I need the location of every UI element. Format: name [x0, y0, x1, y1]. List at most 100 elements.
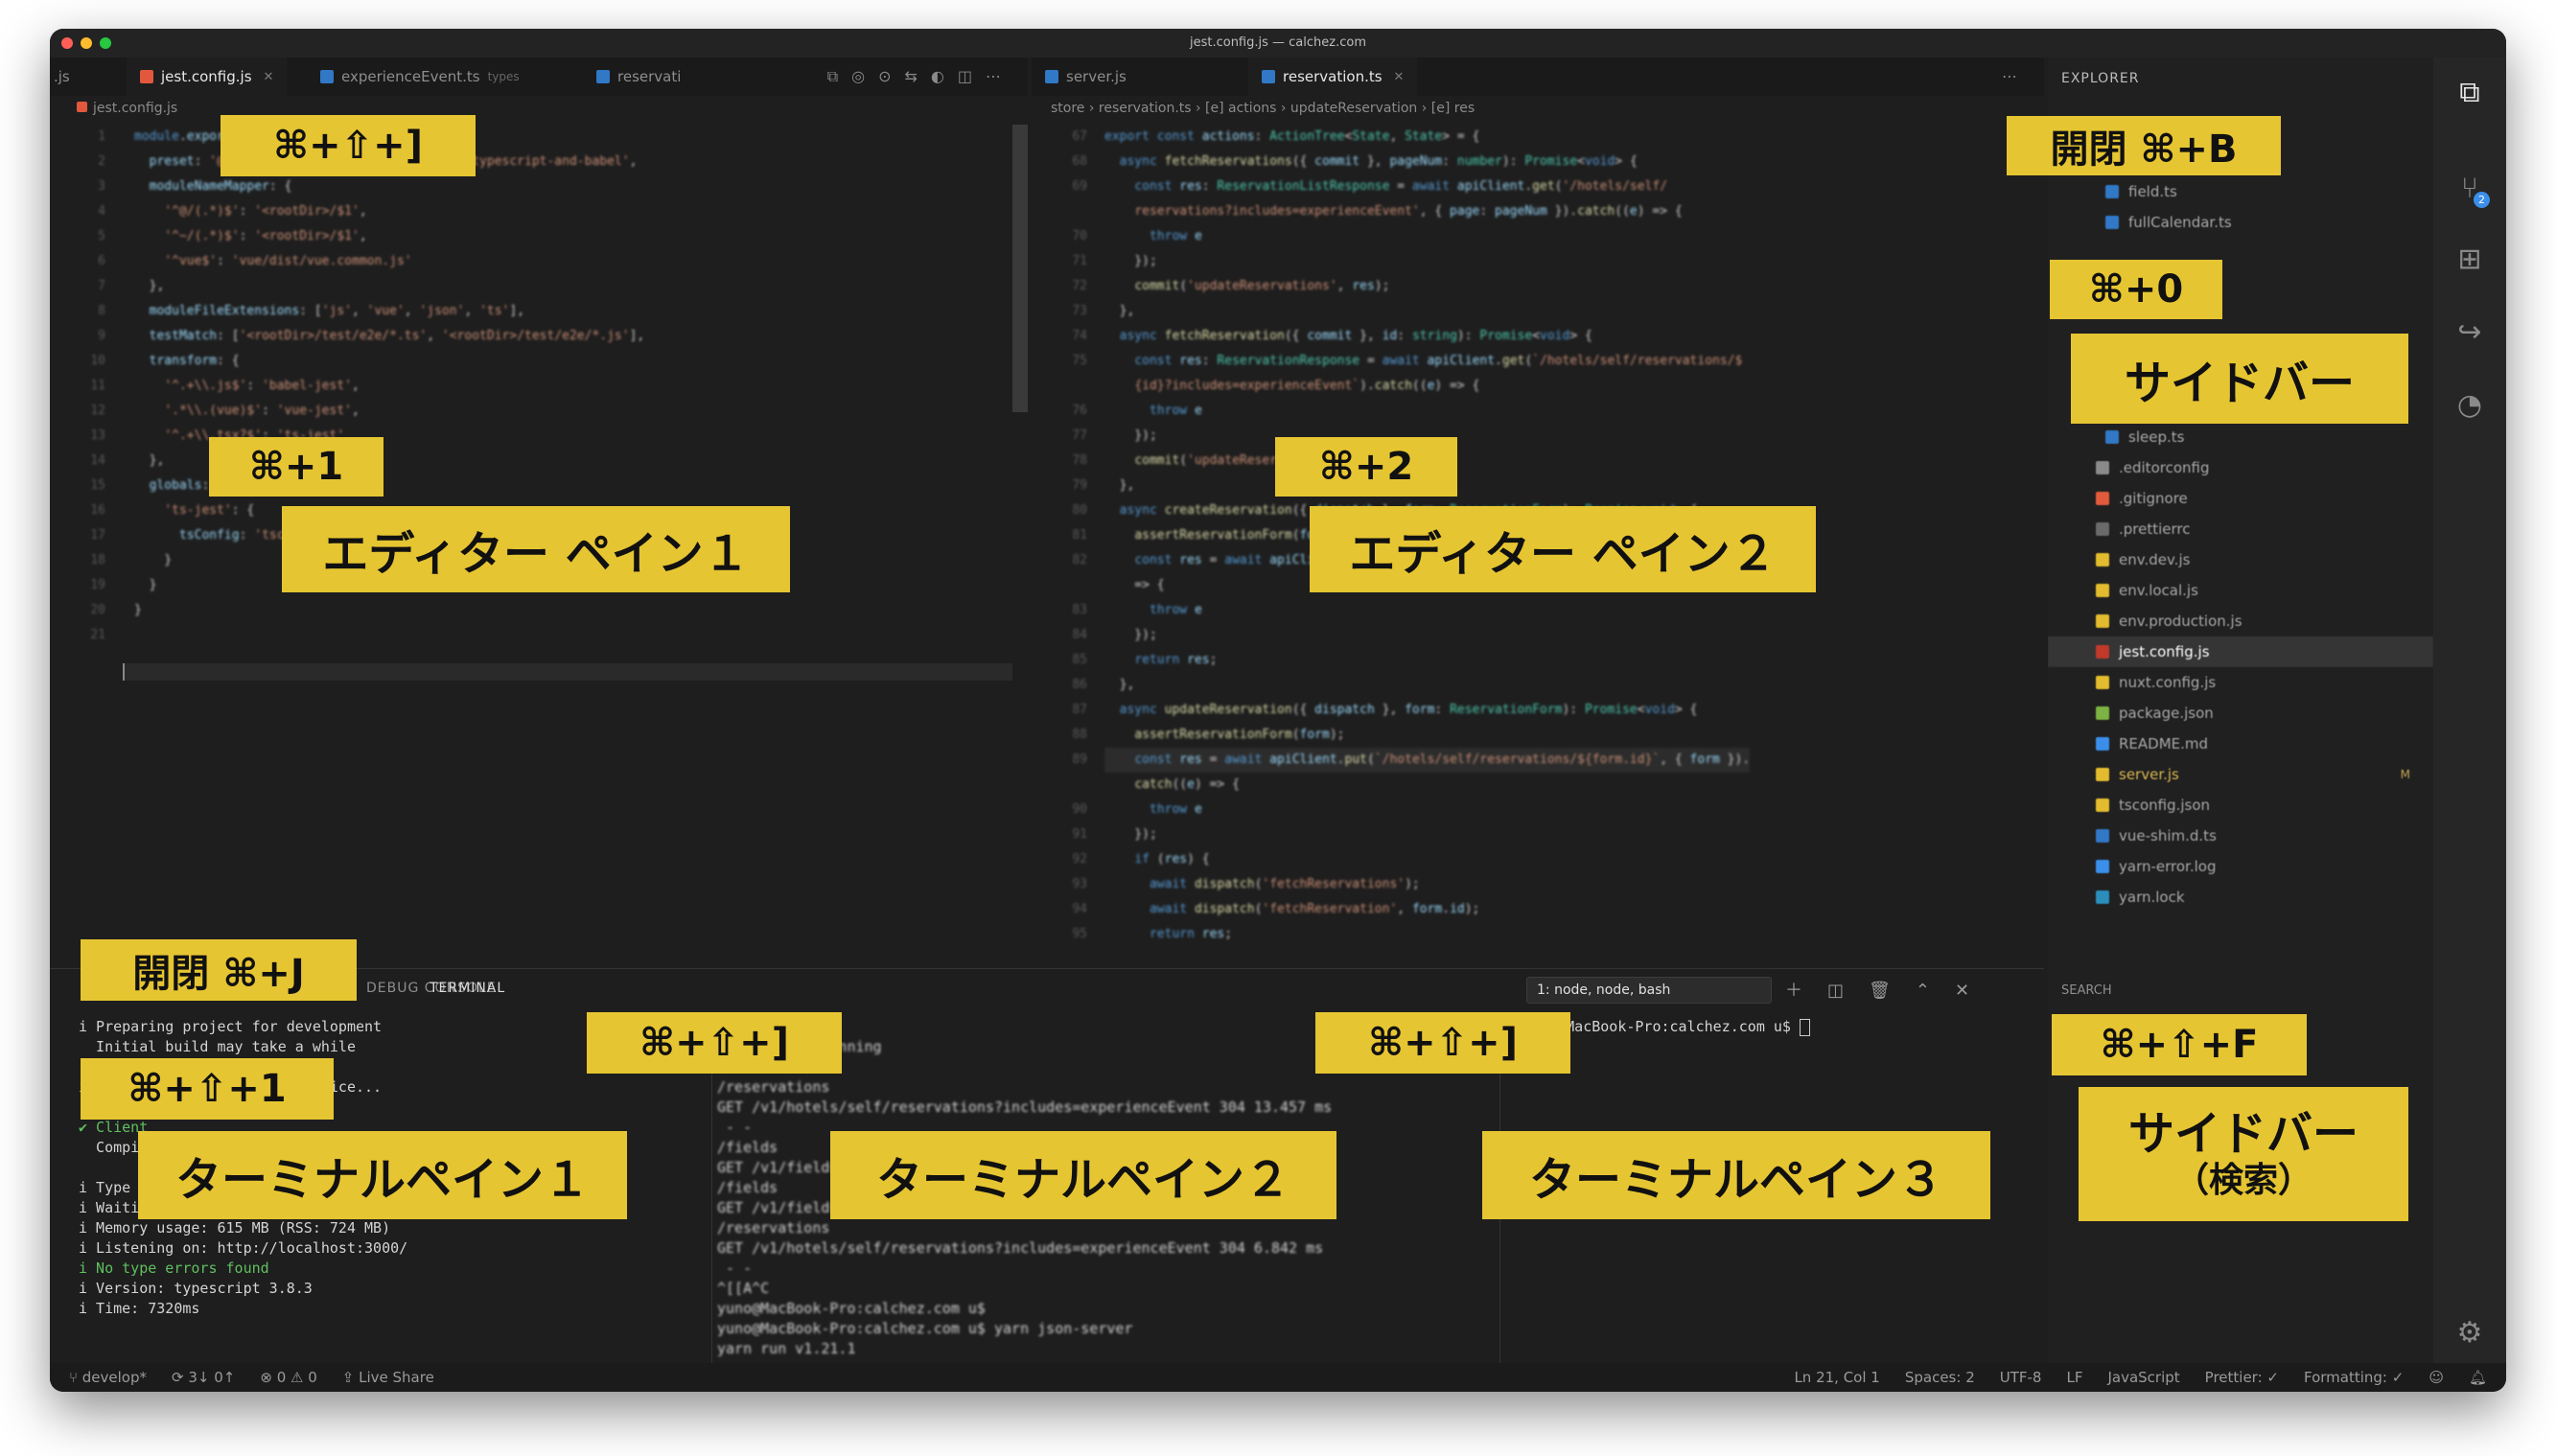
indentation[interactable]: Spaces: 2 [1905, 1369, 1975, 1386]
terminal-line: GET /v1/hotels/self/reservations?include… [717, 1239, 1324, 1257]
file-name: yarn-error.log [2119, 858, 2217, 875]
breadcrumb[interactable]: store › reservation.ts › [e] actions › u… [1032, 96, 2044, 121]
file-name: sleep.ts [2128, 428, 2185, 446]
file-item[interactable]: env.production.js [2048, 606, 2433, 636]
tab-terminal[interactable]: TERMINAL [430, 981, 505, 996]
gear-icon [2096, 461, 2109, 474]
js-file-icon [2096, 614, 2109, 628]
tab-reservation[interactable]: reservati [583, 58, 694, 96]
close-icon[interactable]: ✕ [264, 70, 274, 84]
file-item[interactable]: field.ts [2048, 176, 2433, 207]
annotation-focus-sidebar: ⌘+0 [2050, 260, 2222, 319]
panel-toolbar[interactable]: ＋◫🗑︎⌃✕ [1785, 977, 1994, 1002]
js-file-icon [2096, 584, 2109, 597]
editor-actions[interactable]: ⧉◎⊙⇆◐◫⋯ [827, 67, 1014, 86]
tab-server[interactable]: server.js [1032, 58, 1140, 96]
encoding[interactable]: UTF-8 [2000, 1369, 2042, 1386]
tab-experience-event[interactable]: experienceEvent.ts types [307, 58, 533, 96]
file-name: fullCalendar.ts [2128, 214, 2232, 231]
file-item[interactable]: nuxt.config.js [2048, 667, 2433, 698]
annotation-focus-terminal: ⌘+⇧+1 [81, 1058, 334, 1120]
terminal-line: /reservations [717, 1078, 830, 1096]
json-file-icon [2096, 798, 2109, 812]
status-bar: ⑂ develop* ⟳ 3↓ 0↑ ⊗ 0 ⚠ 0 ⇪ Live Share … [50, 1363, 2506, 1392]
annotation-sidebar-search: サイドバー （検索） [2079, 1087, 2408, 1221]
file-name: tsconfig.json [2119, 797, 2211, 814]
live-share-button[interactable]: ⇪ Live Share [342, 1369, 434, 1386]
js-file-icon [2096, 553, 2109, 566]
live-share-label: Live Share [359, 1369, 434, 1386]
editor-actions[interactable]: ⋯ [2002, 67, 2031, 85]
terminal-line: i Time: 7320ms [79, 1300, 200, 1317]
file-item[interactable]: server.js M [2048, 759, 2433, 790]
jest-icon [2096, 645, 2109, 659]
file-tree[interactable]: field.ts fullCalendar.ts sleep.ts .edito… [2048, 119, 2433, 913]
terminal-line: /reservations [717, 1219, 830, 1236]
end-of-line[interactable]: LF [2066, 1369, 2082, 1386]
explorer-icon[interactable]: ⧉ [2433, 63, 2506, 121]
annotation-editor-pane-2: エディター ペイン２ [1310, 506, 1816, 592]
file-item[interactable]: .editorconfig [2048, 452, 2433, 483]
git-modified-badge: M [2400, 768, 2410, 781]
problems-indicator[interactable]: ⊗ 0 ⚠ 0 [260, 1369, 316, 1386]
annotation-terminal-2-shortcut: ⌘+⇧+] [587, 1012, 842, 1074]
file-item[interactable]: yarn-error.log [2048, 851, 2433, 882]
code-editor[interactable]: 1module.exports = { 2 preset: '@vue/cli-… [50, 125, 1028, 681]
extensions-icon[interactable]: ⊞ [2433, 230, 2506, 288]
sync-counts: 3↓ 0↑ [188, 1369, 236, 1386]
breadcrumb[interactable]: jest.config.js [50, 96, 1028, 121]
file-name: env.production.js [2119, 612, 2242, 630]
file-item[interactable]: tsconfig.json [2048, 790, 2433, 820]
file-item[interactable]: sleep.ts [2048, 422, 2433, 452]
file-item[interactable]: package.json [2048, 698, 2433, 728]
timeline-icon[interactable]: ◔ [2433, 376, 2506, 433]
formatting-status[interactable]: Formatting: ✓ [2304, 1369, 2404, 1386]
terminal-line: i Memory usage: 615 MB (RSS: 724 MB) [79, 1219, 391, 1236]
terminal-line: GET /v1/hotels/self/reservations?include… [717, 1098, 1333, 1116]
tab-js[interactable]: .js [50, 58, 83, 96]
file-item[interactable]: .gitignore [2048, 483, 2433, 514]
annotation-focus-editor-1: ⌘+1 [209, 437, 383, 497]
ts-file-icon [2105, 185, 2119, 198]
file-item[interactable]: env.dev.js [2048, 544, 2433, 575]
terminal-select[interactable]: 1: node, node, bash [1526, 977, 1772, 1004]
file-name: env.local.js [2119, 582, 2198, 599]
file-item[interactable]: .prettierrc [2048, 514, 2433, 544]
file-name: env.dev.js [2119, 551, 2191, 568]
close-icon[interactable]: ✕ [1394, 70, 1405, 84]
editor-tabs: server.js reservation.ts ✕ ⋯ [1032, 58, 2044, 96]
language-mode[interactable]: JavaScript [2107, 1369, 2179, 1386]
file-name: field.ts [2128, 183, 2177, 200]
terminal-3[interactable]: yuno@MacBook-Pro:calchez.com u$ [1522, 1017, 2021, 1037]
prettier-status[interactable]: Prettier: ✓ [2205, 1369, 2279, 1386]
file-item[interactable]: env.local.js [2048, 575, 2433, 606]
terminal-line: i No type errors found [79, 1260, 269, 1277]
file-item[interactable]: README.md [2048, 728, 2433, 759]
bell-icon[interactable]: 🔔︎ [2469, 1369, 2487, 1386]
terminal-line: yuno@MacBook-Pro:calchez.com u$ yarn jso… [717, 1320, 1133, 1337]
file-item[interactable]: fullCalendar.ts [2048, 207, 2433, 238]
annotation-sidebar: サイドバー [2071, 334, 2408, 424]
tab-label: reservati [617, 68, 682, 85]
tab-jest-config[interactable]: jest.config.js ✕ [127, 58, 288, 96]
file-name: server.js [2119, 766, 2179, 783]
live-share-icon[interactable]: ↪ [2433, 303, 2506, 360]
file-item-selected[interactable]: jest.config.js [2048, 636, 2433, 667]
tab-reservation-ts[interactable]: reservation.ts ✕ [1248, 58, 1418, 96]
feedback-icon[interactable]: ☺ [2428, 1369, 2444, 1386]
file-item[interactable]: yarn.lock [2048, 882, 2433, 913]
info-icon [2096, 737, 2109, 751]
source-control-icon[interactable]: ⑂ 2 [2433, 159, 2506, 217]
cursor-position[interactable]: Ln 21, Col 1 [1794, 1369, 1879, 1386]
branch-indicator[interactable]: ⑂ develop* [69, 1369, 147, 1386]
gear-icon [2096, 522, 2109, 536]
sync-status[interactable]: ⟳ 3↓ 0↑ [172, 1369, 235, 1386]
scrollbar[interactable] [1012, 125, 1028, 412]
file-name: package.json [2119, 705, 2214, 722]
annotation-search-shortcut: ⌘+⇧+F [2052, 1014, 2307, 1075]
gear-icon[interactable]: ⚙ [2433, 1304, 2506, 1361]
js-file-icon [140, 70, 153, 83]
branch-name: develop* [81, 1369, 148, 1386]
search-section-header[interactable]: SEARCH [2061, 983, 2112, 998]
file-item[interactable]: vue-shim.d.ts [2048, 820, 2433, 851]
